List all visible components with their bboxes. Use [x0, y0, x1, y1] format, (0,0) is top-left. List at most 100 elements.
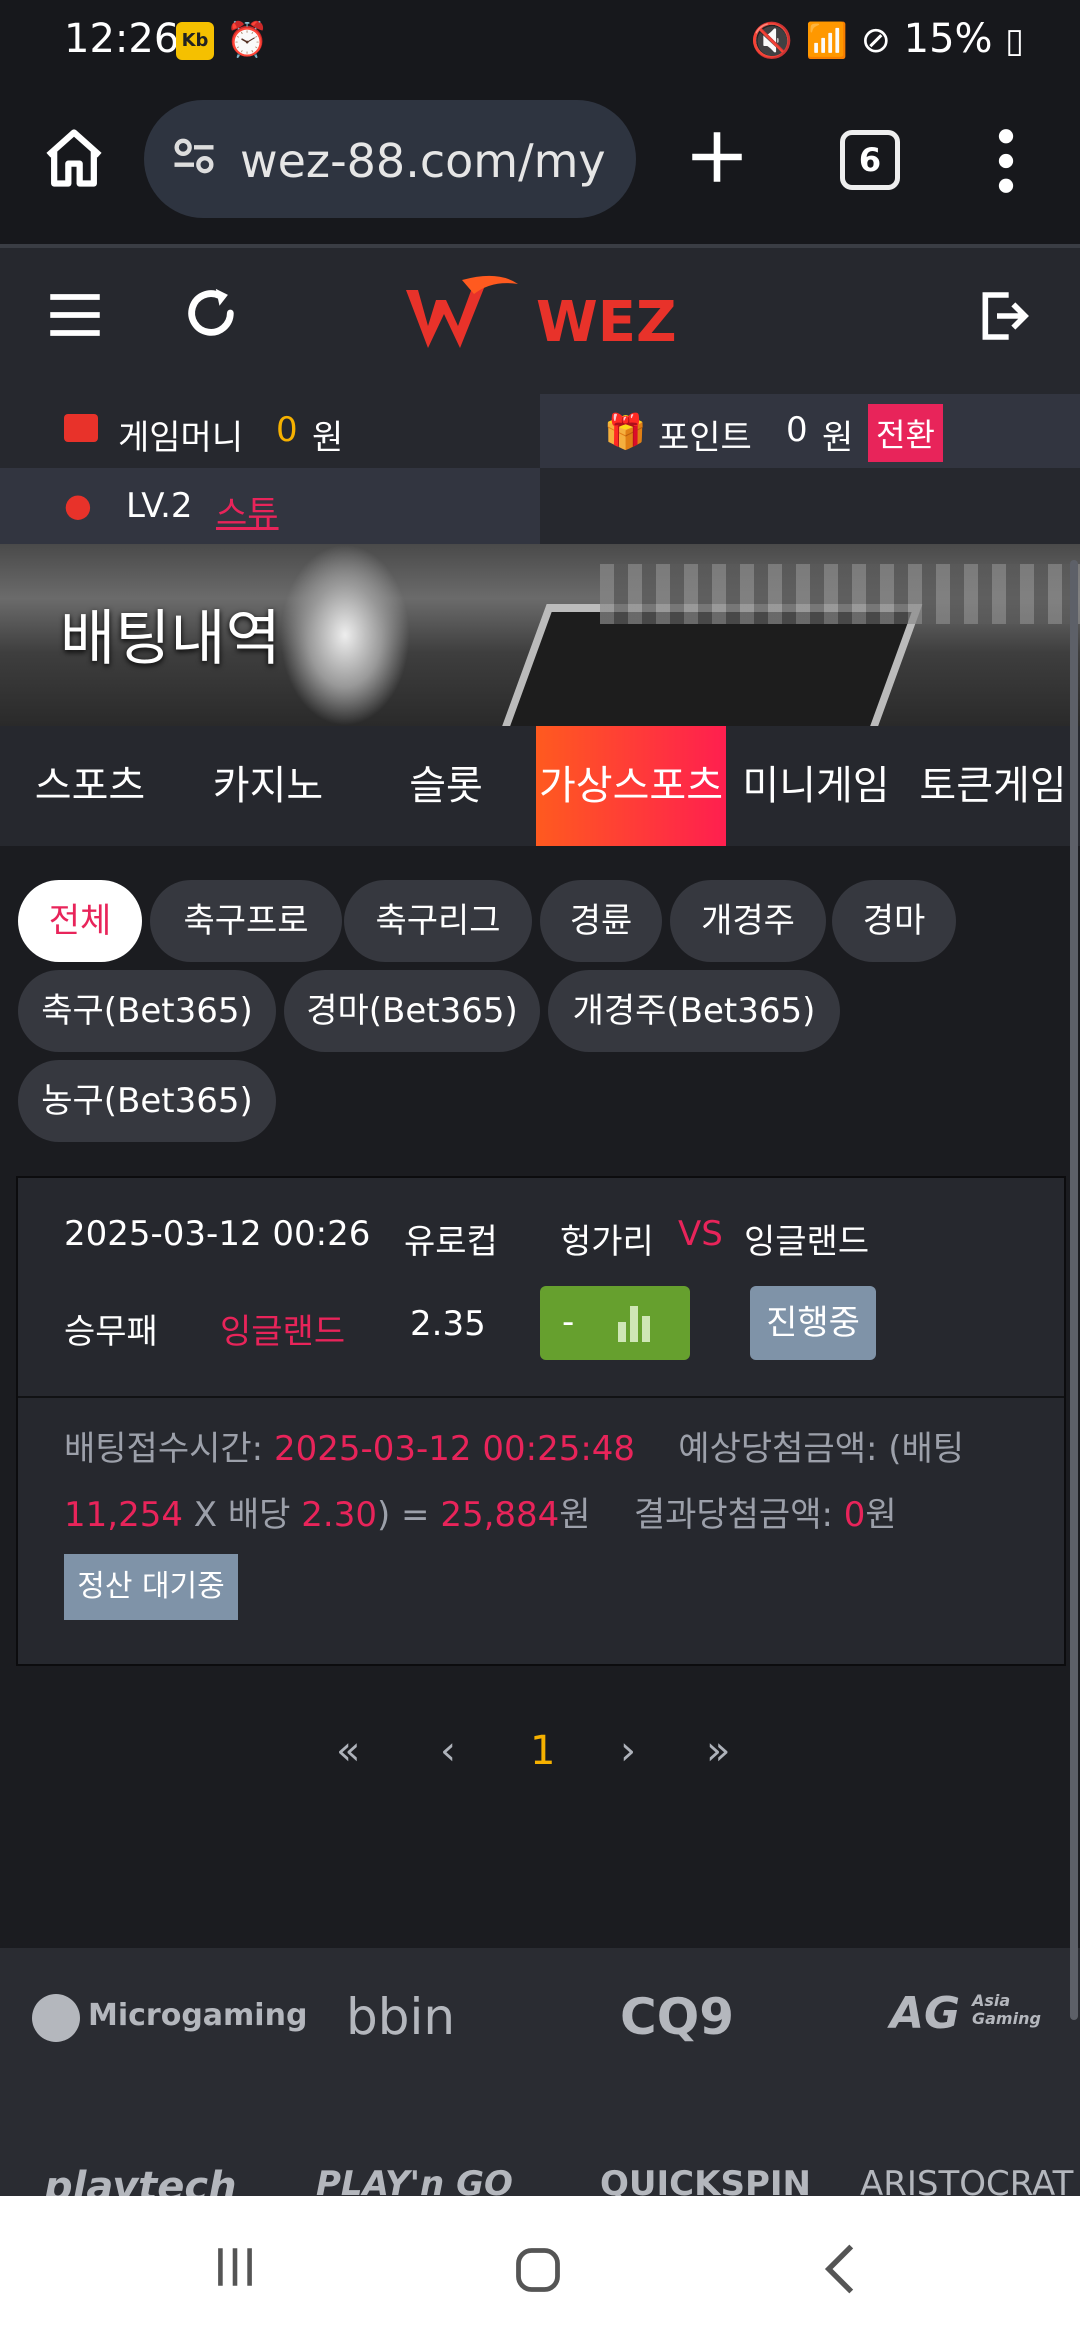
chip-soccer-league[interactable]: 축구리그 — [344, 880, 532, 962]
page-1-button[interactable]: 1 — [530, 1728, 555, 1774]
point-label: 포인트 — [658, 418, 752, 458]
chip-soccer-bet365[interactable]: 축구(Bet365) — [18, 970, 276, 1052]
time-label: 배팅접수시간: — [64, 1429, 274, 1469]
chip-dog-bet365[interactable]: 개경주(Bet365) — [548, 970, 840, 1052]
home-icon[interactable] — [40, 124, 108, 192]
bet-odds: 2.35 — [410, 1304, 486, 1344]
away-team: 잉글랜드 — [744, 1222, 870, 1262]
next-page-button[interactable]: › — [620, 1728, 636, 1774]
last-page-button[interactable]: » — [706, 1728, 730, 1774]
tab-token-game[interactable]: 토큰게임 — [906, 726, 1080, 846]
eq-label: ) = — [376, 1495, 441, 1535]
tab-casino[interactable]: 카지노 — [180, 726, 356, 846]
home-team: 헝가리 — [560, 1222, 654, 1262]
game-money-value: 0 — [276, 410, 298, 450]
bet-datetime: 2025-03-12 00:26 — [64, 1214, 371, 1254]
chip-basketball-bet365[interactable]: 농구(Bet365) — [18, 1060, 276, 1142]
user-icon: ● — [64, 486, 92, 524]
back-icon[interactable] — [820, 2242, 860, 2296]
scrollbar[interactable] — [1070, 560, 1078, 2020]
payout-unit: 원 — [559, 1495, 591, 1535]
level-text: LV.2 — [126, 486, 193, 526]
vs-label: VS — [678, 1214, 723, 1254]
status-bar: 12:26 Kb ⏰ 🔇 📶 ⊘ 15% ▯ — [0, 0, 1080, 84]
bet-card: 2025-03-12 00:26 유로컵 헝가리 VS 잉글랜드 승무패 잉글랜… — [16, 1176, 1066, 1666]
point-unit: 원 — [822, 418, 854, 458]
convert-button[interactable]: 전환 — [868, 404, 943, 462]
settle-pending-badge: 정산 대기중 — [64, 1554, 238, 1620]
prev-page-button[interactable]: ‹ — [440, 1728, 456, 1774]
wez-logo[interactable]: WEZ — [402, 270, 682, 366]
tab-virtual-sports[interactable]: 가상스포츠 — [536, 726, 726, 846]
tab-slot[interactable]: 슬롯 — [356, 726, 536, 846]
point-cell: 🎁 포인트 0 원 전환 — [540, 394, 1080, 468]
site-settings-icon[interactable] — [168, 130, 220, 182]
battery-level: 15% — [903, 16, 993, 62]
result-label: 결과당첨금액: — [633, 1495, 844, 1535]
username-link[interactable]: 스튜 — [216, 486, 279, 535]
result-unit: 원 — [865, 1495, 897, 1535]
wifi-icon: 📶 — [805, 21, 849, 61]
wallet-icon — [64, 414, 98, 442]
more-menu-icon[interactable] — [996, 128, 1016, 194]
bar-chart-icon — [618, 1306, 650, 1342]
game-money-cell: 게임머니 0 원 — [0, 394, 540, 468]
point-value: 0 — [786, 410, 808, 450]
expected-label: 예상당첨금액: (배팅 — [678, 1429, 965, 1469]
refresh-icon[interactable] — [182, 284, 240, 342]
battery-icon: ▯ — [1005, 21, 1024, 61]
page-title: 배팅내역 — [60, 604, 281, 674]
microgaming-logo-icon — [32, 1994, 80, 2042]
chip-soccer-pro[interactable]: 축구프로 — [150, 880, 342, 962]
odds-button-label: - — [562, 1302, 575, 1342]
chip-horse-race[interactable]: 경마 — [832, 880, 956, 962]
status-right: 🔇 📶 ⊘ 15% ▯ — [751, 16, 1024, 62]
game-money-label: 게임머니 — [118, 418, 244, 458]
odds-button[interactable]: - — [540, 1286, 690, 1360]
first-page-button[interactable]: « — [336, 1728, 360, 1774]
tab-minigame[interactable]: 미니게임 — [726, 726, 906, 846]
bet-pick: 잉글랜드 — [220, 1312, 346, 1352]
level-cell: ● LV.2 스튜 — [0, 468, 540, 544]
address-bar[interactable]: wez-88.com/my — [144, 100, 636, 218]
notification-app-icon: Kb — [176, 22, 214, 60]
mult-value: 2.30 — [301, 1495, 377, 1535]
result-value: 0 — [843, 1495, 866, 1535]
chip-cycling[interactable]: 경륜 — [540, 880, 662, 962]
page-banner: 배팅내역 — [0, 544, 1080, 726]
provider-asia-gaming: Asia Gaming — [972, 1991, 1041, 2028]
bet-status-badge: 진행중 — [750, 1286, 876, 1360]
tab-sports[interactable]: 스포츠 — [0, 726, 180, 846]
recent-apps-icon[interactable] — [210, 2242, 260, 2292]
clock: 12:26 — [64, 16, 180, 62]
category-tabs: 스포츠 카지노 슬롯 가상스포츠 미니게임 토큰게임 — [0, 726, 1080, 846]
divider — [18, 1396, 1064, 1398]
account-summary: 게임머니 0 원 🎁 포인트 0 원 전환 ● LV.2 스튜 — [0, 394, 1080, 544]
logout-icon[interactable] — [976, 288, 1032, 344]
bet-market: 승무패 — [64, 1312, 158, 1352]
menu-icon[interactable] — [48, 292, 102, 338]
bet-detail: 배팅접수시간: 2025-03-12 00:25:48 예상당첨금액: (배팅 … — [64, 1416, 1004, 1548]
alarm-icon: ⏰ — [226, 20, 269, 60]
bet-league: 유로컵 — [404, 1222, 498, 1262]
chip-dog-race[interactable]: 개경주 — [670, 880, 826, 962]
mute-icon: 🔇 — [750, 21, 793, 61]
logo-text: WEZ — [536, 290, 677, 355]
chip-all[interactable]: 전체 — [18, 880, 142, 962]
tab-switcher-button[interactable]: 6 — [840, 130, 900, 190]
provider-ag: AG — [890, 1988, 961, 2039]
browser-toolbar: wez-88.com/my 6 — [0, 84, 1080, 244]
dnd-icon: ⊘ — [860, 20, 891, 61]
game-money-unit: 원 — [312, 418, 344, 458]
new-tab-icon[interactable] — [684, 124, 750, 190]
gift-icon: 🎁 — [604, 412, 647, 452]
chip-horse-bet365[interactable]: 경마(Bet365) — [284, 970, 540, 1052]
site-header: WEZ — [0, 248, 1080, 394]
home-nav-icon[interactable] — [512, 2244, 564, 2296]
url-text: wez-88.com/my — [240, 134, 606, 188]
system-nav-bar — [0, 2196, 1080, 2340]
empty-cell — [540, 468, 1080, 544]
provider-footer: Microgaming bbin CQ9 AG Asia Gaming play… — [0, 1948, 1080, 2210]
payout-value: 25,884 — [440, 1495, 560, 1535]
mult-label: X 배당 — [182, 1495, 302, 1535]
